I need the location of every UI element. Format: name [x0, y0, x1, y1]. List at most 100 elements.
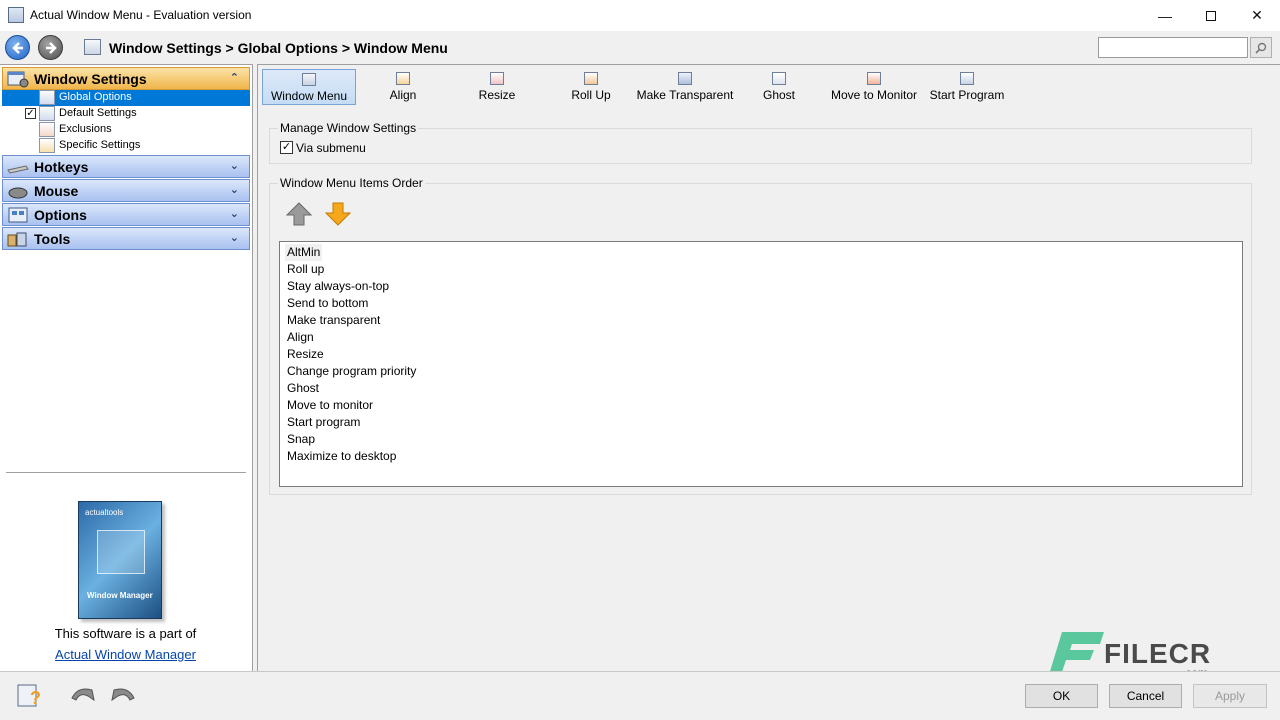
group-title: Window Menu Items Order — [278, 176, 425, 190]
menu-items-list[interactable]: AltMin Roll up Stay always-on-top Send t… — [279, 241, 1243, 487]
product-window-graphic — [97, 530, 145, 574]
global-options-icon — [39, 90, 55, 105]
svg-text:?: ? — [30, 688, 41, 708]
sidebar-item-label: Global Options — [59, 91, 132, 103]
sidebar-group-label: Mouse — [34, 183, 78, 199]
sidebar-group-label: Hotkeys — [34, 159, 88, 175]
list-item[interactable]: Make transparent — [287, 312, 380, 329]
sidebar-group-mouse[interactable]: Mouse ⌄ — [2, 179, 250, 202]
breadcrumb: Window Settings > Global Options > Windo… — [109, 40, 448, 56]
via-submenu-checkbox[interactable]: ✓ — [280, 141, 293, 154]
sidebar-group-window-settings[interactable]: Window Settings ⌃ — [2, 67, 250, 90]
move-to-monitor-icon — [867, 72, 881, 85]
cancel-button[interactable]: Cancel — [1109, 684, 1182, 708]
list-item[interactable]: Snap — [287, 431, 315, 448]
apply-button[interactable]: Apply — [1193, 684, 1267, 708]
list-item[interactable]: AltMin — [285, 244, 322, 261]
start-program-icon — [960, 72, 974, 85]
undo-icon[interactable] — [68, 682, 98, 708]
redo-icon[interactable] — [108, 682, 138, 708]
window-settings-icon — [6, 70, 30, 88]
default-settings-checkbox[interactable]: ✓ — [25, 108, 36, 119]
minimize-icon: — — [1158, 8, 1172, 24]
sidebar-group-label: Options — [34, 207, 87, 223]
title-bar: Actual Window Menu - Evaluation version … — [0, 0, 1280, 31]
tab-label: Resize — [479, 88, 516, 102]
maximize-button[interactable] — [1188, 0, 1234, 31]
maximize-icon — [1206, 11, 1216, 21]
list-item[interactable]: Align — [287, 329, 314, 346]
list-item[interactable]: Change program priority — [287, 363, 416, 380]
actual-window-manager-link[interactable]: Actual Window Manager — [0, 647, 251, 662]
specific-settings-icon — [39, 138, 55, 153]
sidebar-item-label: Exclusions — [59, 123, 112, 135]
sidebar-group-label: Tools — [34, 231, 70, 247]
tab-label: Start Program — [930, 88, 1005, 102]
tab-make-transparent[interactable]: Make Transparent — [635, 69, 735, 105]
move-down-button[interactable] — [325, 202, 351, 226]
chevron-down-icon: ⌄ — [230, 231, 239, 244]
sidebar-group-options[interactable]: Options ⌄ — [2, 203, 250, 226]
tools-icon — [6, 230, 30, 248]
bottom-bar: ? OK Cancel Apply — [0, 671, 1280, 720]
tab-window-menu[interactable]: Window Menu — [262, 69, 356, 105]
list-item[interactable]: Ghost — [287, 380, 319, 397]
list-item[interactable]: Roll up — [287, 261, 324, 278]
sidebar-group-hotkeys[interactable]: Hotkeys ⌄ — [2, 155, 250, 178]
search-input[interactable] — [1098, 37, 1248, 58]
forward-button[interactable] — [38, 35, 63, 60]
window-menu-icon — [302, 73, 316, 86]
sidebar-group-label: Window Settings — [34, 71, 147, 87]
help-icon[interactable]: ? — [16, 682, 46, 708]
tab-label: Align — [390, 88, 417, 102]
product-box-image: actualtools Window Manager — [78, 501, 162, 619]
tab-resize[interactable]: Resize — [452, 69, 542, 105]
list-item[interactable]: Start program — [287, 414, 360, 431]
minimize-button[interactable]: — — [1142, 0, 1188, 31]
chevron-up-icon: ⌃ — [230, 71, 239, 84]
sidebar-item-exclusions[interactable]: Exclusions — [2, 122, 250, 138]
arrow-left-icon — [11, 41, 25, 55]
move-up-button[interactable] — [286, 202, 312, 226]
navigation-bar: Window Settings > Global Options > Windo… — [0, 31, 1280, 64]
list-item[interactable]: Move to monitor — [287, 397, 373, 414]
tab-align[interactable]: Align — [358, 69, 448, 105]
tab-start-program[interactable]: Start Program — [922, 69, 1012, 105]
tab-label: Ghost — [763, 88, 795, 102]
sidebar: Window Settings ⌃ Global Options ✓ Defau… — [0, 64, 253, 671]
roll-up-icon — [584, 72, 598, 85]
sidebar-item-global-options[interactable]: Global Options — [2, 90, 250, 106]
sidebar-group-tools[interactable]: Tools ⌄ — [2, 227, 250, 250]
manage-window-settings-group: Manage Window Settings ✓ Via submenu — [269, 128, 1252, 164]
close-button[interactable]: ✕ — [1234, 0, 1280, 31]
sidebar-item-label: Default Settings — [59, 107, 137, 119]
list-item[interactable]: Maximize to desktop — [287, 448, 396, 465]
resize-icon — [490, 72, 504, 85]
exclusions-icon — [39, 122, 55, 137]
tab-ghost[interactable]: Ghost — [734, 69, 824, 105]
tab-label: Window Menu — [271, 89, 347, 103]
sidebar-item-label: Specific Settings — [59, 139, 140, 151]
make-transparent-icon — [678, 72, 692, 85]
tab-roll-up[interactable]: Roll Up — [546, 69, 636, 105]
tab-label: Roll Up — [571, 88, 610, 102]
divider — [6, 472, 246, 473]
sidebar-item-specific-settings[interactable]: Specific Settings — [2, 138, 250, 154]
ghost-icon — [772, 72, 786, 85]
search-button[interactable] — [1250, 37, 1272, 58]
align-icon — [396, 72, 410, 85]
back-button[interactable] — [5, 35, 30, 60]
part-of-text: This software is a part of — [0, 626, 251, 641]
list-item[interactable]: Resize — [287, 346, 324, 363]
tab-label: Move to Monitor — [831, 88, 917, 102]
settings-icon — [84, 39, 101, 55]
close-icon: ✕ — [1251, 7, 1263, 24]
ok-button[interactable]: OK — [1025, 684, 1098, 708]
toolbar: Window Menu Align Resize Roll Up Make Tr… — [258, 65, 1278, 110]
list-item[interactable]: Stay always-on-top — [287, 278, 389, 295]
list-item[interactable]: Send to bottom — [287, 295, 368, 312]
tab-move-to-monitor[interactable]: Move to Monitor — [824, 69, 924, 105]
product-logo: actualtools — [85, 508, 123, 517]
sidebar-item-default-settings[interactable]: ✓ Default Settings — [2, 106, 250, 122]
product-name: Window Manager — [87, 591, 153, 600]
